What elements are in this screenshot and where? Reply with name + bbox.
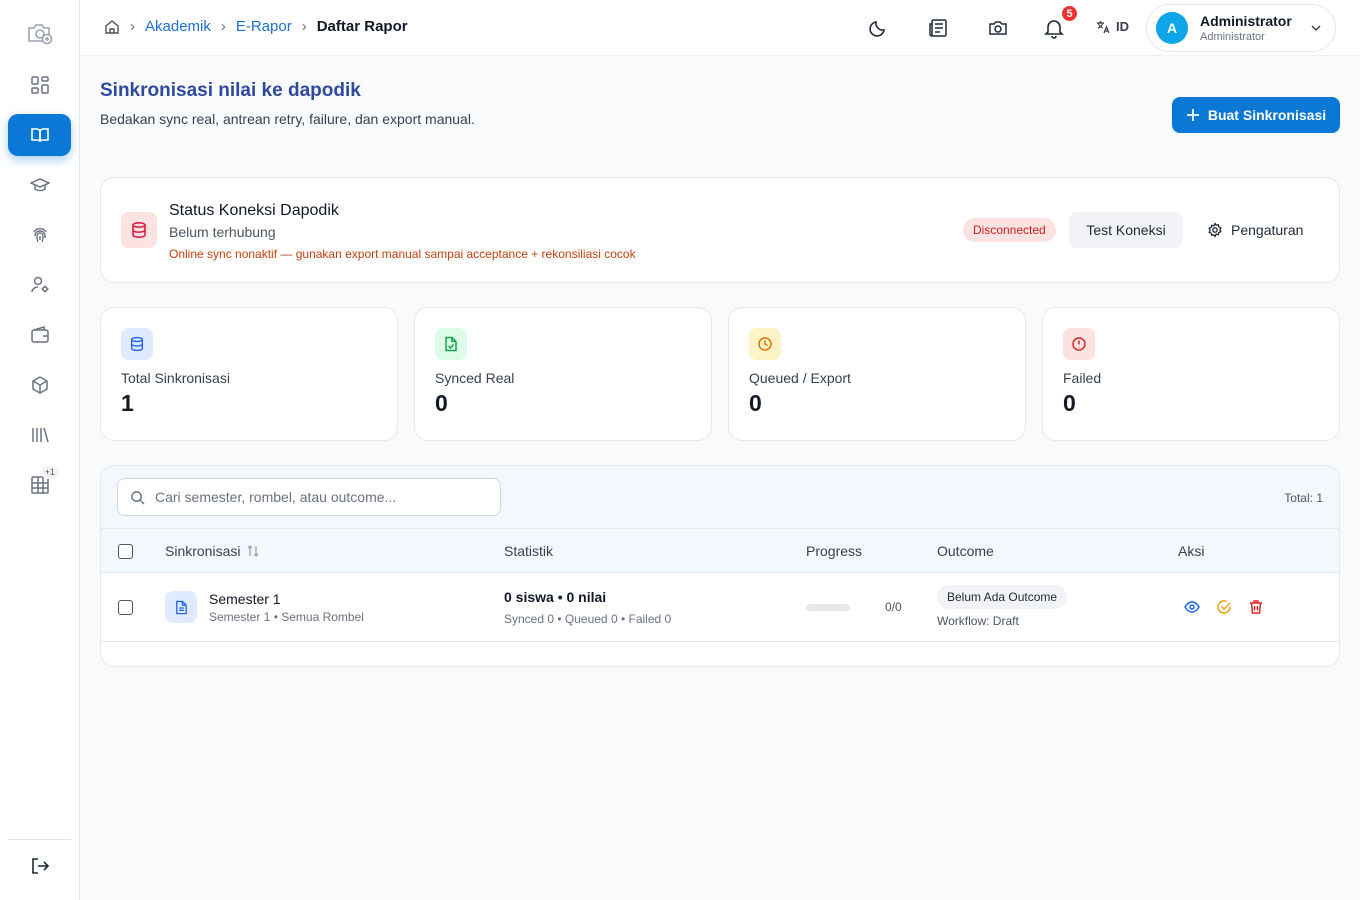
- connection-subtitle: Belum terhubung: [169, 224, 276, 240]
- column-outcome: Outcome: [937, 543, 994, 559]
- progress-text: 0/0: [885, 600, 902, 614]
- table-row[interactable]: Semester 1 Semester 1 • Semua Rombel 0 s…: [101, 573, 1339, 642]
- connection-status-card: Status Koneksi Dapodik Belum terhubung O…: [100, 177, 1340, 283]
- settings-button[interactable]: Pengaturan: [1197, 212, 1313, 248]
- clock-icon: [749, 328, 781, 360]
- gear-icon: [1208, 222, 1222, 238]
- eye-icon[interactable]: [1183, 598, 1201, 616]
- table-header: Sinkronisasi Statistik Progress Outcome …: [101, 529, 1339, 573]
- user-role: Administrator: [1200, 31, 1265, 43]
- column-aksi: Aksi: [1178, 543, 1205, 559]
- chevron-right-icon: ›: [130, 18, 135, 35]
- alert-circle-icon: [1063, 328, 1095, 360]
- chevron-down-icon: [1309, 21, 1323, 35]
- plus-icon: [1186, 109, 1199, 121]
- home-icon[interactable]: [104, 19, 120, 35]
- breadcrumb: › Akademik › E-Rapor › Daftar Rapor: [104, 18, 408, 35]
- page-title: Sinkronisasi nilai ke dapodik: [100, 80, 361, 101]
- language-label: ID: [1116, 19, 1129, 34]
- document-icon: [165, 591, 197, 623]
- stat-card-synced: Synced Real 0: [414, 307, 712, 441]
- sync-table-card: Total: 1 Sinkronisasi Statistik Progress…: [100, 465, 1340, 667]
- select-all-checkbox[interactable]: [118, 544, 133, 559]
- moon-icon[interactable]: [866, 16, 890, 40]
- trash-icon[interactable]: [1247, 598, 1265, 616]
- search-icon: [131, 490, 145, 505]
- column-statistik: Statistik: [504, 543, 554, 559]
- file-check-icon: [435, 328, 467, 360]
- row-title: Semester 1: [209, 591, 281, 607]
- library-icon[interactable]: [8, 414, 71, 456]
- stat-value: 1: [121, 390, 134, 416]
- connection-warning: Online sync nonaktif — gunakan export ma…: [169, 247, 636, 261]
- breadcrumb-akademik[interactable]: Akademik: [145, 18, 211, 35]
- stat-label: Failed: [1063, 370, 1102, 386]
- stat-label: Synced Real: [435, 370, 515, 386]
- wallet-icon[interactable]: [8, 314, 71, 356]
- newspaper-icon[interactable]: [926, 16, 950, 40]
- fingerprint-icon[interactable]: [8, 214, 71, 256]
- progress-bar: [806, 604, 850, 611]
- sidebar-divider: [8, 839, 71, 840]
- breadcrumb-e-rapor[interactable]: E-Rapor: [236, 18, 292, 35]
- settings-label: Pengaturan: [1231, 222, 1304, 238]
- stat-value: 0: [749, 390, 762, 416]
- stat-card-failed: Failed 0: [1042, 307, 1340, 441]
- column-sinkronisasi[interactable]: Sinkronisasi: [165, 543, 260, 559]
- sort-icon: [248, 545, 259, 557]
- row-subtitle: Semester 1 • Semua Rombel: [209, 610, 364, 624]
- stat-label: Total Sinkronisasi: [121, 370, 230, 386]
- camera-icon[interactable]: [986, 16, 1010, 40]
- top-header: › Akademik › E-Rapor › Daftar Rapor 5 ID…: [80, 0, 1360, 56]
- book-icon[interactable]: [8, 114, 71, 156]
- graduation-cap-icon[interactable]: [8, 164, 71, 206]
- stat-value: 0: [1063, 390, 1076, 416]
- create-sync-button[interactable]: Buat Sinkronisasi: [1172, 97, 1340, 133]
- avatar: A: [1156, 12, 1188, 44]
- page-subtitle: Bedakan sync real, antrean retry, failur…: [100, 111, 475, 127]
- grid-table-icon[interactable]: +1: [8, 464, 71, 506]
- database-icon: [121, 328, 153, 360]
- column-progress: Progress: [806, 543, 863, 559]
- test-connection-button[interactable]: Test Koneksi: [1069, 212, 1183, 248]
- logout-icon[interactable]: [8, 845, 71, 887]
- total-count: Total: 1: [1284, 491, 1323, 505]
- user-name: Administrator: [1200, 13, 1292, 29]
- row-checkbox[interactable]: [118, 600, 133, 615]
- search-box[interactable]: [117, 478, 501, 516]
- package-icon[interactable]: [8, 364, 71, 406]
- sidebar: +1: [0, 0, 80, 900]
- chevron-right-icon: ›: [220, 18, 226, 35]
- user-settings-icon[interactable]: [8, 264, 71, 306]
- connection-title: Status Koneksi Dapodik: [169, 202, 339, 219]
- create-sync-label: Buat Sinkronisasi: [1207, 107, 1327, 123]
- database-icon: [121, 212, 157, 248]
- user-menu[interactable]: A Administrator Administrator: [1146, 4, 1336, 52]
- stat-card-total: Total Sinkronisasi 1: [100, 307, 398, 441]
- row-stat-sub: Synced 0 • Queued 0 • Failed 0: [504, 612, 672, 626]
- workflow-status: Workflow: Draft: [937, 614, 1019, 628]
- camera-plus-logo-icon[interactable]: [24, 18, 56, 48]
- sidebar-badge: +1: [40, 466, 59, 479]
- notification-badge: 5: [1060, 4, 1079, 23]
- language-switcher[interactable]: ID: [1096, 19, 1129, 34]
- table-toolbar: Total: 1: [101, 466, 1339, 529]
- column-label: Sinkronisasi: [165, 543, 241, 559]
- stat-card-queued: Queued / Export 0: [728, 307, 1026, 441]
- breadcrumb-current: Daftar Rapor: [316, 18, 408, 35]
- outcome-badge: Belum Ada Outcome: [937, 585, 1068, 609]
- dashboard-icon[interactable]: [8, 64, 71, 106]
- row-stat-main: 0 siswa • 0 nilai: [504, 589, 607, 605]
- stat-value: 0: [435, 390, 448, 416]
- stat-label: Queued / Export: [749, 370, 851, 386]
- translate-icon: [1097, 20, 1110, 33]
- search-input[interactable]: [155, 489, 475, 505]
- chevron-right-icon: ›: [301, 18, 307, 35]
- check-circle-icon[interactable]: [1215, 598, 1233, 616]
- status-badge: Disconnected: [963, 218, 1056, 242]
